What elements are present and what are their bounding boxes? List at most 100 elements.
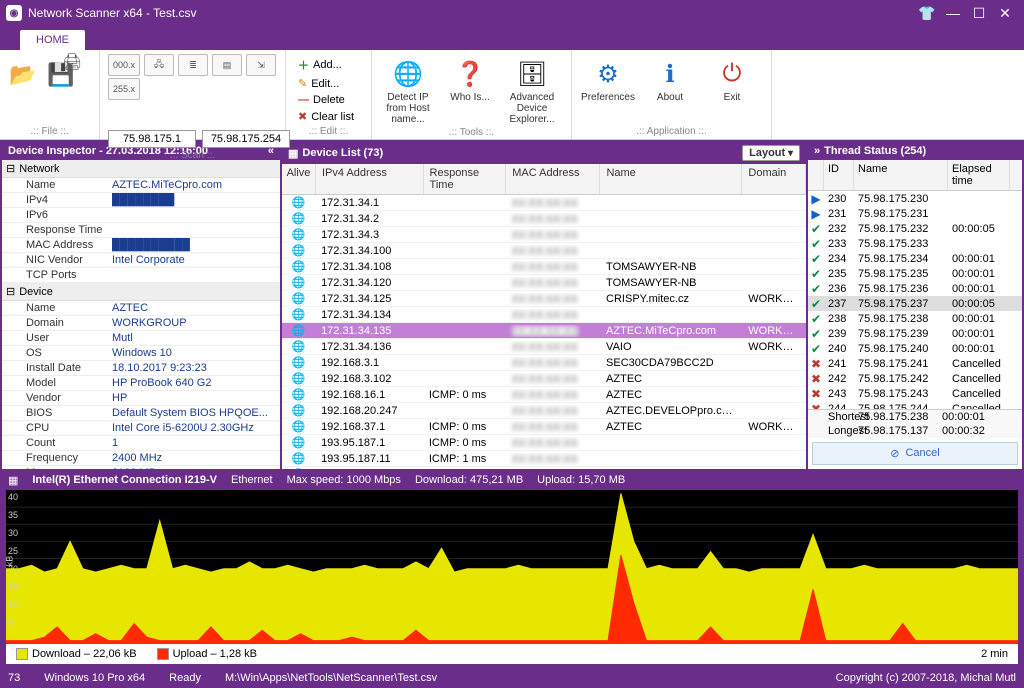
close-button[interactable]: ✕ (992, 3, 1018, 23)
globe-icon: 🌐 (282, 308, 315, 321)
layout-button[interactable]: Layout ▾ (742, 145, 800, 161)
col-mac[interactable]: MAC Address (506, 164, 600, 194)
minus-icon: — (298, 94, 309, 106)
inspector-row[interactable]: Install Date18.10.2017 9:23:23 (2, 361, 280, 376)
thread-row[interactable]: ✖24175.98.175.241Cancelled (808, 356, 1022, 371)
device-row[interactable]: 🌐172.31.34.135XX XX XX XXAZTEC.MiTeCpro.… (282, 323, 806, 339)
scan-mode-list[interactable]: ≣ (178, 54, 208, 76)
inspector-row[interactable]: Memory8192 MB (2, 466, 280, 469)
scan-preset-2[interactable]: 255.x (108, 78, 140, 100)
exit-button[interactable]: ⏻Exit (704, 54, 760, 103)
open-icon[interactable]: 📂 (8, 60, 38, 90)
globe-icon: 🌐 (282, 340, 315, 353)
whois-button[interactable]: ❓Who Is... (442, 54, 498, 103)
delete-button[interactable]: —Delete (294, 93, 358, 107)
thread-row[interactable]: ✔23475.98.175.23400:00:01 (808, 251, 1022, 266)
device-row[interactable]: 🌐172.31.34.3XX XX XX XX (282, 227, 806, 243)
thread-row[interactable]: ▶23175.98.175.231 (808, 206, 1022, 221)
col-ip[interactable]: IPv4 Address (316, 164, 424, 194)
thread-row[interactable]: ✔23375.98.175.233 (808, 236, 1022, 251)
inspector-row[interactable]: CPUIntel Core i5-6200U 2.30GHz (2, 421, 280, 436)
clear-list-button[interactable]: ✖Clear list (294, 109, 358, 124)
device-row[interactable]: 🌐172.31.34.134XX XX XX XX (282, 307, 806, 323)
thread-row[interactable]: ✖24475.98.175.244Cancelled (808, 401, 1022, 409)
scan-mode-export[interactable]: ⇲ (246, 54, 276, 76)
inspector-row[interactable]: IPv6 (2, 208, 280, 223)
inspector-row[interactable]: DomainWORKGROUP (2, 316, 280, 331)
scan-mode-sheet[interactable]: ▤ (212, 54, 242, 76)
device-row[interactable]: 🌐172.31.34.136XX XX XX XXVAIOWORKGRO (282, 339, 806, 355)
inspector-row[interactable]: ModelHP ProBook 640 G2 (2, 376, 280, 391)
scan-mode-devices[interactable]: 🖧 (144, 54, 174, 76)
inspector-row[interactable]: MAC Address██████████ (2, 238, 280, 253)
inspector-section[interactable]: ⊟ Device (2, 283, 280, 301)
scan-preset-1[interactable]: 000.x (108, 54, 140, 76)
col-thread-name[interactable]: Name (854, 160, 948, 190)
edit-button[interactable]: ✎Edit... (294, 76, 358, 91)
col-domain[interactable]: Domain (742, 164, 806, 194)
device-row[interactable]: 🌐172.31.34.2XX XX XX XX (282, 211, 806, 227)
longest-name: 75.98.175.137 (858, 425, 942, 437)
device-row[interactable]: 🌐172.31.34.1XX XX XX XX (282, 195, 806, 211)
add-button[interactable]: ＋Add... (294, 56, 358, 74)
expand-icon[interactable]: » (814, 145, 820, 157)
inspector-row[interactable]: NameAZTEC (2, 301, 280, 316)
device-row[interactable]: 🌐172.31.34.125XX XX XX XXCRISPY.mitec.cz… (282, 291, 806, 307)
app-icon: ◉ (6, 5, 22, 21)
device-list-header: Alive IPv4 Address Response Time MAC Add… (282, 164, 806, 195)
col-thread-id[interactable]: ID (824, 160, 854, 190)
print-icon[interactable]: 🖨 (62, 52, 82, 72)
inspector-row[interactable]: BIOSDefault System BIOS HPQOE... (2, 406, 280, 421)
device-row[interactable]: 🌐172.31.34.100XX XX XX XX (282, 243, 806, 259)
thread-row[interactable]: ✖24375.98.175.243Cancelled (808, 386, 1022, 401)
inspector-row[interactable]: Frequency2400 MHz (2, 451, 280, 466)
globe-icon: 🌐 (282, 260, 315, 273)
thread-row[interactable]: ✔23975.98.175.23900:00:01 (808, 326, 1022, 341)
device-row[interactable]: 🌐172.31.34.120XX XX XX XXTOMSAWYER-NB (282, 275, 806, 291)
inspector-row[interactable]: NameAZTEC.MiTeCpro.com (2, 178, 280, 193)
inspector-row[interactable]: IPv4████████ (2, 193, 280, 208)
thread-row[interactable]: ✔23875.98.175.23800:00:01 (808, 311, 1022, 326)
device-row[interactable]: 🌐192.168.3.1XX XX XX XXSEC30CDA79BCC2D (282, 355, 806, 371)
thread-row[interactable]: ✖24275.98.175.242Cancelled (808, 371, 1022, 386)
thread-row[interactable]: ✔23775.98.175.23700:00:05 (808, 296, 1022, 311)
device-row[interactable]: 🌐172.31.34.108XX XX XX XXTOMSAWYER-NB (282, 259, 806, 275)
cancel-button[interactable]: ⊘ Cancel (812, 442, 1018, 465)
tab-home[interactable]: HOME (20, 30, 85, 50)
ip-range-to[interactable] (202, 130, 290, 148)
inspector-row[interactable]: OSWindows 10 (2, 346, 280, 361)
globe-icon: 🌐 (282, 436, 315, 449)
device-row[interactable]: 🌐192.168.16.1ICMP: 0 msXX XX XX XXAZTEC (282, 387, 806, 403)
col-alive[interactable]: Alive (282, 164, 316, 194)
device-row[interactable]: 🌐192.168.37.1ICMP: 0 msXX XX XX XXAZTECW… (282, 419, 806, 435)
inspector-row[interactable]: Count1 (2, 436, 280, 451)
inspector-row[interactable]: UserMutl (2, 331, 280, 346)
device-list-panel: ▦ Device List (73) Layout ▾ Alive IPv4 A… (282, 142, 806, 469)
inspector-section[interactable]: ⊟ Network (2, 160, 280, 178)
minimize-button[interactable]: — (940, 3, 966, 23)
device-row[interactable]: 🌐193.95.187.19ICMP: 1 msXX XX XX XX (282, 467, 806, 469)
about-button[interactable]: ℹAbout (642, 54, 698, 103)
device-row[interactable]: 🌐193.95.187.11ICMP: 1 msXX XX XX XX (282, 451, 806, 467)
thread-row[interactable]: ✔24075.98.175.24000:00:01 (808, 341, 1022, 356)
advanced-explorer-button[interactable]: 🗄Advanced Device Explorer... (504, 54, 560, 125)
detect-ip-button[interactable]: 🌐Detect IP from Host name... (380, 54, 436, 125)
device-row[interactable]: 🌐193.95.187.1ICMP: 0 msXX XX XX XX (282, 435, 806, 451)
inspector-row[interactable]: TCP Ports (2, 268, 280, 283)
device-row[interactable]: 🌐192.168.20.247XX XX XX XXAZTEC.DEVELOPp… (282, 403, 806, 419)
inspector-row[interactable]: VendorHP (2, 391, 280, 406)
thread-row[interactable]: ✔23275.98.175.23200:00:05 (808, 221, 1022, 236)
inspector-row[interactable]: NIC VendorIntel Corporate (2, 253, 280, 268)
col-response-time[interactable]: Response Time (424, 164, 507, 194)
inspector-row[interactable]: Response Time (2, 223, 280, 238)
device-row[interactable]: 🌐192.168.3.102XX XX XX XXAZTEC (282, 371, 806, 387)
ip-range-from[interactable] (108, 130, 196, 148)
preferences-button[interactable]: ⚙Preferences (580, 54, 636, 103)
thread-row[interactable]: ✔23675.98.175.23600:00:01 (808, 281, 1022, 296)
maximize-button[interactable]: ☐ (966, 3, 992, 23)
col-name[interactable]: Name (600, 164, 742, 194)
col-elapsed[interactable]: Elapsed time (948, 160, 1010, 190)
thread-row[interactable]: ✔23575.98.175.23500:00:01 (808, 266, 1022, 281)
thread-row[interactable]: ▶23075.98.175.230 (808, 191, 1022, 206)
shirt-icon[interactable]: 👕 (914, 3, 940, 23)
